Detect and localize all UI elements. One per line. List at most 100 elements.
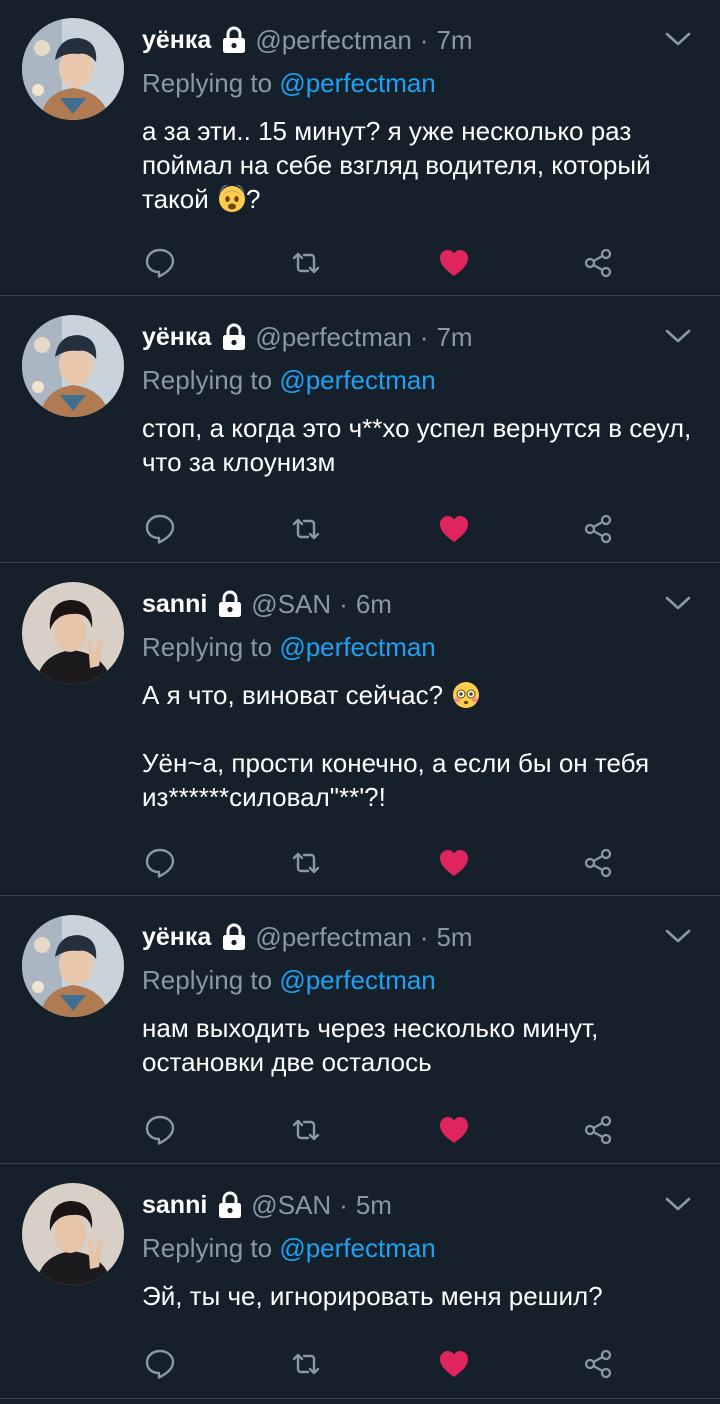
handle[interactable]: @SAN xyxy=(251,1190,331,1221)
mention-link[interactable]: @perfectman xyxy=(279,632,435,662)
tweet[interactable]: уёнка @perfectman · 7m Replying to @perf… xyxy=(0,297,720,563)
avatar[interactable] xyxy=(22,582,124,684)
replying-to: Replying to @perfectman xyxy=(142,68,436,99)
timestamp[interactable]: 7m xyxy=(436,322,472,353)
share-icon[interactable] xyxy=(580,1346,616,1382)
tweet-text: А я что, виноват сейчас? Уён~а, прости к… xyxy=(142,678,702,814)
replying-to: Replying to @perfectman xyxy=(142,965,436,996)
lock-icon xyxy=(221,923,247,951)
tweet-paragraph: А я что, виноват сейчас? xyxy=(142,678,702,712)
timestamp[interactable]: 5m xyxy=(436,922,472,953)
tweet-paragraph: Уён~а, прости конечно, а если бы он тебя… xyxy=(142,748,650,812)
reply-icon[interactable] xyxy=(142,1346,178,1382)
mention-link[interactable]: @perfectman xyxy=(279,365,435,395)
retweet-icon[interactable] xyxy=(288,1346,324,1382)
handle[interactable]: @SAN xyxy=(251,589,331,620)
lock-icon xyxy=(221,26,247,54)
display-name[interactable]: уёнка xyxy=(142,323,211,352)
chevron-down-icon[interactable] xyxy=(664,594,692,612)
separator: · xyxy=(419,321,429,352)
tweet-header: уёнка @perfectman · 7m xyxy=(142,22,473,58)
tweet-paragraph: а за эти.. 15 минут? я уже несколько раз… xyxy=(142,116,651,214)
avatar[interactable] xyxy=(22,1183,124,1285)
tweet[interactable]: уёнка @perfectman · 5m Replying to @perf… xyxy=(0,897,720,1164)
tweet-paragraph: Эй, ты че, игнорировать меня решил? xyxy=(142,1281,603,1311)
tweet-paragraph: стоп, а когда это ч**хо успел вернутся в… xyxy=(142,413,692,477)
replying-prefix: Replying to xyxy=(142,965,273,995)
like-icon[interactable] xyxy=(436,845,472,881)
like-icon[interactable] xyxy=(436,1346,472,1382)
avatar[interactable] xyxy=(22,18,124,120)
separator: · xyxy=(419,921,429,952)
tweet-header: sanni @SAN · 6m xyxy=(142,586,392,622)
tweet-text: а за эти.. 15 минут? я уже несколько раз… xyxy=(142,114,702,216)
avatar[interactable] xyxy=(22,915,124,1017)
tweet[interactable]: уёнка @perfectman · 7m Replying to @perf… xyxy=(0,0,720,296)
retweet-icon[interactable] xyxy=(288,1112,324,1148)
tweet-paragraph: нам выходить через несколько минут, оста… xyxy=(142,1013,599,1077)
separator: · xyxy=(339,588,348,619)
avatar-icon xyxy=(22,915,124,1017)
lock-icon xyxy=(217,1191,243,1219)
separator: · xyxy=(339,1189,348,1220)
mention-link[interactable]: @perfectman xyxy=(279,965,435,995)
handle[interactable]: @perfectman xyxy=(255,25,411,56)
tweet-header: уёнка @perfectman · 5m xyxy=(142,919,473,955)
replying-to: Replying to @perfectman xyxy=(142,365,436,396)
lock-icon xyxy=(221,323,247,351)
avatar[interactable] xyxy=(22,315,124,417)
retweet-icon[interactable] xyxy=(288,845,324,881)
replying-to: Replying to @perfectman xyxy=(142,1233,436,1264)
like-icon[interactable] xyxy=(436,1112,472,1148)
chevron-down-icon[interactable] xyxy=(664,927,692,945)
handle[interactable]: @perfectman xyxy=(255,922,411,953)
share-icon[interactable] xyxy=(580,245,616,281)
reply-icon[interactable] xyxy=(142,511,178,547)
reply-icon[interactable] xyxy=(142,1112,178,1148)
share-icon[interactable] xyxy=(580,511,616,547)
separator: · xyxy=(419,24,429,55)
mention-link[interactable]: @perfectman xyxy=(279,68,435,98)
tweet-actions xyxy=(142,1112,622,1148)
lock-icon xyxy=(217,590,243,618)
replying-prefix: Replying to xyxy=(142,632,273,662)
chevron-down-icon[interactable] xyxy=(664,30,692,48)
display-name[interactable]: уёнка xyxy=(142,923,211,952)
avatar-icon xyxy=(22,1183,124,1285)
tweet-header: sanni @SAN · 5m xyxy=(142,1187,392,1223)
replying-prefix: Replying to xyxy=(142,68,273,98)
tweet-text: Эй, ты че, игнорировать меня решил? xyxy=(142,1279,702,1313)
share-icon[interactable] xyxy=(580,845,616,881)
tweet-actions xyxy=(142,845,622,881)
tweet-actions xyxy=(142,245,622,281)
like-icon[interactable] xyxy=(436,511,472,547)
display-name[interactable]: sanni xyxy=(142,1191,207,1220)
replying-prefix: Replying to xyxy=(142,1233,273,1263)
tweet-text: стоп, а когда это ч**хо успел вернутся в… xyxy=(142,411,702,479)
fearful-face-emoji xyxy=(218,185,246,213)
tweet-header: уёнка @perfectman · 7m xyxy=(142,319,473,355)
timestamp[interactable]: 7m xyxy=(436,25,472,56)
tweet-text: нам выходить через несколько минут, оста… xyxy=(142,1011,702,1079)
retweet-icon[interactable] xyxy=(288,245,324,281)
reply-icon[interactable] xyxy=(142,845,178,881)
tweet-actions xyxy=(142,1346,622,1382)
flushed-face-emoji xyxy=(452,681,480,709)
retweet-icon[interactable] xyxy=(288,511,324,547)
chevron-down-icon[interactable] xyxy=(664,327,692,345)
tweet[interactable]: sanni @SAN · 6m Replying to @perfectman … xyxy=(0,564,720,896)
display-name[interactable]: уёнка xyxy=(142,26,211,55)
display-name[interactable]: sanni xyxy=(142,590,207,619)
replying-to: Replying to @perfectman xyxy=(142,632,436,663)
share-icon[interactable] xyxy=(580,1112,616,1148)
replying-prefix: Replying to xyxy=(142,365,273,395)
like-icon[interactable] xyxy=(436,245,472,281)
mention-link[interactable]: @perfectman xyxy=(279,1233,435,1263)
handle[interactable]: @perfectman xyxy=(255,322,411,353)
tweet[interactable]: sanni @SAN · 5m Replying to @perfectman … xyxy=(0,1165,720,1399)
chevron-down-icon[interactable] xyxy=(664,1195,692,1213)
reply-icon[interactable] xyxy=(142,245,178,281)
timestamp[interactable]: 5m xyxy=(356,1190,392,1221)
timestamp[interactable]: 6m xyxy=(356,589,392,620)
tweet-actions xyxy=(142,511,622,547)
